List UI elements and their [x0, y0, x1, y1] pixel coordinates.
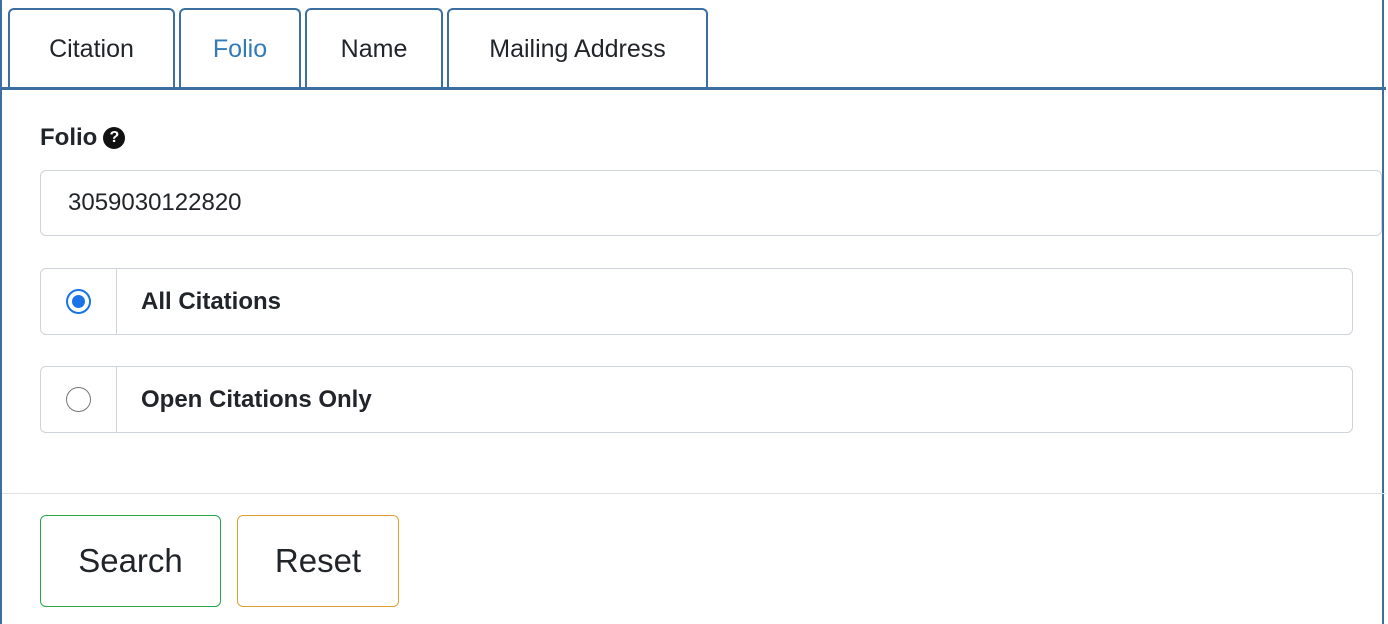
tab-mailing-address[interactable]: Mailing Address	[447, 8, 708, 89]
open-citations-only-radio[interactable]	[66, 387, 91, 412]
search-tabs: Citation Folio Name Mailing Address	[8, 8, 708, 89]
tab-name-label: Name	[340, 35, 408, 63]
folio-label-text: Folio	[40, 124, 98, 151]
tab-citation-label: Citation	[49, 35, 134, 63]
question-circle-icon[interactable]: ?	[103, 127, 126, 149]
tab-citation[interactable]: Citation	[8, 8, 175, 89]
tab-folio[interactable]: Folio	[179, 8, 301, 89]
option-all-citations[interactable]: All Citations	[40, 268, 1353, 335]
folio-input[interactable]	[40, 170, 1382, 236]
tab-name[interactable]: Name	[305, 8, 443, 89]
option-open-citations-only[interactable]: Open Citations Only	[40, 366, 1353, 433]
open-citations-only-label: Open Citations Only	[141, 385, 372, 413]
reset-button[interactable]: Reset	[237, 515, 399, 607]
tab-mailing-address-label: Mailing Address	[489, 35, 666, 63]
all-citations-radio[interactable]	[66, 289, 91, 314]
radio-cell	[41, 269, 117, 334]
folio-field-label: Folio ?	[40, 124, 126, 152]
search-button[interactable]: Search	[40, 515, 221, 607]
footer-divider	[2, 493, 1386, 494]
radio-cell	[41, 367, 117, 432]
tab-underline	[2, 87, 1386, 90]
search-panel: Citation Folio Name Mailing Address Foli…	[0, 0, 1386, 624]
all-citations-label: All Citations	[141, 287, 282, 315]
tab-folio-label: Folio	[212, 35, 268, 63]
